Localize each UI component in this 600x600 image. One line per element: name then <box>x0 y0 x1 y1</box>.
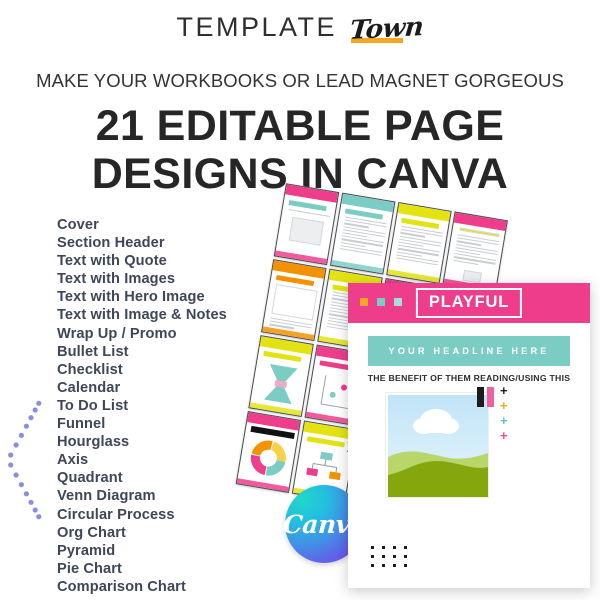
card-benefit-text: THE BENEFIT OF THEM READING/USING THIS <box>367 373 571 383</box>
arc-dot <box>36 514 42 520</box>
page-title: 21 EDITABLE PAGE DESIGNS IN CANVA <box>0 102 600 198</box>
plus-icon: + <box>500 413 508 428</box>
list-item: To Do List <box>57 397 129 414</box>
arc-dot <box>23 423 29 429</box>
plus-icon: + <box>500 428 508 443</box>
landscape-photo <box>388 395 488 497</box>
list-item: Comparison Chart <box>57 578 186 595</box>
grid-dot <box>393 564 396 567</box>
arc-dot <box>28 415 34 421</box>
color-swatch <box>477 387 484 407</box>
plus-icon: + <box>500 398 508 413</box>
mockup-page-calendar[interactable] <box>261 259 327 342</box>
arc-dot <box>18 482 24 488</box>
list-item: Pie Chart <box>57 560 122 577</box>
arc-dot <box>36 400 42 406</box>
list-item: Venn Diagram <box>57 488 156 505</box>
color-swatch <box>487 387 494 407</box>
list-item: Circular Process <box>57 506 175 523</box>
color-swatch-pair <box>477 387 494 407</box>
window-dot <box>394 298 402 306</box>
mockup-page-cover[interactable] <box>273 183 340 266</box>
arc-dot <box>28 499 34 505</box>
list-item: Pyramid <box>57 542 116 559</box>
list-item: Checklist <box>57 361 123 378</box>
list-item: Text with Quote <box>57 253 167 270</box>
list-item: Funnel <box>57 416 106 433</box>
subtitle: MAKE YOUR WORKBOOKS OR LEAD MAGNET GORGE… <box>36 70 564 91</box>
list-item: Bullet List <box>57 343 129 360</box>
decorative-dot-grid <box>371 546 407 567</box>
arc-dot <box>32 507 38 513</box>
card-headline-text: YOUR HEADLINE HERE <box>388 346 550 356</box>
arc-dot <box>23 491 29 497</box>
brand-logo: TEMPLATE Town <box>0 11 600 46</box>
grid-dot <box>382 555 385 558</box>
featured-template-card: PLAYFUL YOUR HEADLINE HERE THE BENEFIT O… <box>348 283 590 588</box>
window-dot <box>360 298 368 306</box>
decorative-dot-arc <box>8 400 42 520</box>
card-headline-band: YOUR HEADLINE HERE <box>368 336 570 366</box>
grid-dot <box>393 555 396 558</box>
card-header: PLAYFUL <box>348 283 590 323</box>
list-item: Wrap Up / Promo <box>57 325 177 342</box>
list-item: Text with Image & Notes <box>57 307 227 324</box>
grid-dot <box>371 555 374 558</box>
plus-marks-group: + + + + <box>500 383 508 443</box>
list-item: Org Chart <box>57 524 127 541</box>
list-item: Cover <box>57 217 99 233</box>
arc-dot <box>8 462 14 468</box>
arc-dot <box>13 472 19 478</box>
arc-dot <box>13 442 19 448</box>
arc-dot <box>8 452 14 458</box>
grid-dot <box>404 546 407 549</box>
list-item: Text with Hero Image <box>57 289 205 306</box>
card-title-box: PLAYFUL <box>415 288 523 318</box>
grid-dot <box>393 546 396 549</box>
card-title: PLAYFUL <box>428 293 510 311</box>
list-item: Hourglass <box>57 434 130 451</box>
mockup-page-circular-process[interactable] <box>235 411 302 493</box>
list-item: Section Header <box>57 235 165 252</box>
grid-dot <box>404 555 407 558</box>
list-item: Calendar <box>57 379 121 396</box>
grid-dot <box>382 546 385 549</box>
brand-script-wrap: Town <box>348 11 426 46</box>
brand-primary-text: TEMPLATE <box>176 12 338 42</box>
plus-icon: + <box>500 383 508 398</box>
mockup-page-hourglass[interactable] <box>248 335 314 417</box>
window-dots <box>360 298 402 306</box>
grid-dot <box>382 564 385 567</box>
brand-script-text: Town <box>348 11 426 46</box>
list-item: Text with Images <box>57 271 176 288</box>
mockup-page-checklist[interactable] <box>386 202 452 284</box>
card-photo-frame <box>385 392 489 498</box>
list-item: Quadrant <box>57 470 123 487</box>
arc-dot <box>18 432 24 438</box>
grid-dot <box>404 564 407 567</box>
design-list: Cover Section Header Text with Quote Text w… <box>57 216 227 596</box>
window-dot <box>377 298 385 306</box>
arc-dot <box>32 407 38 413</box>
grid-dot <box>371 564 374 567</box>
headline-line-1: 21 EDITABLE PAGE <box>95 102 505 150</box>
mockup-page-bullet-list[interactable] <box>329 192 396 275</box>
list-item: Axis <box>57 452 89 469</box>
mockup-page-text-image[interactable] <box>442 211 508 294</box>
grid-dot <box>371 546 374 549</box>
